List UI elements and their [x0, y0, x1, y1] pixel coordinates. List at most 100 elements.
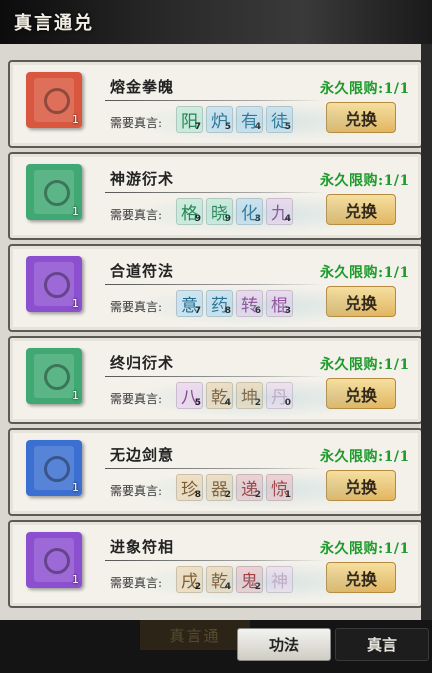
zhenyan-glyph-count: 4: [224, 582, 231, 592]
zhenyan-glyph-slot[interactable]: 阳 7: [176, 106, 203, 133]
item-name: 终归衍术: [110, 354, 175, 372]
book-emblem-icon: [44, 272, 70, 298]
divider: [105, 468, 325, 469]
zhenyan-glyph-count: 5: [194, 398, 201, 408]
zhenyan-glyph-slot[interactable]: 意 7: [176, 290, 203, 317]
zhenyan-glyph-slot[interactable]: 九 4: [266, 198, 293, 225]
exchange-item-card: 1 熔金拳魄 需要真言: 阳 7 炉 5 有 4 徒 5 永久限购:1/1 兑换: [8, 60, 423, 148]
tab-zhenyan[interactable]: 真言: [335, 628, 429, 661]
zhenyan-glyph-slot[interactable]: 八 5: [176, 382, 203, 409]
zhenyan-glyph-char: 有: [241, 112, 258, 132]
exchange-button[interactable]: 兑换: [326, 286, 396, 317]
exchange-button[interactable]: 兑换: [326, 378, 396, 409]
book-item-icon[interactable]: 1: [26, 72, 82, 128]
purchase-limit: 永久限购:1/1: [320, 173, 410, 189]
zhenyan-glyph-slot[interactable]: 珍 8: [176, 474, 203, 501]
item-name: 无边剑意: [110, 446, 175, 464]
purchase-limit: 永久限购:1/1: [320, 265, 410, 281]
need-zhenyan-label: 需要真言:: [110, 392, 163, 406]
zhenyan-glyph-char: 化: [241, 204, 258, 224]
zhenyan-glyph-count: 4: [254, 122, 261, 132]
zhenyan-glyph-slot[interactable]: 转 6: [236, 290, 263, 317]
zhenyan-glyph-char: 意: [181, 296, 198, 316]
zhenyan-glyph-slot[interactable]: 器 2: [206, 474, 233, 501]
zhenyan-glyph-slot[interactable]: 神: [266, 566, 293, 593]
exchange-button[interactable]: 兑换: [326, 562, 396, 593]
zhenyan-glyph-char: 阳: [181, 112, 198, 132]
zhenyan-glyph-slot[interactable]: 棍 3: [266, 290, 293, 317]
book-emblem-icon: [44, 456, 70, 482]
zhenyan-glyph-slot[interactable]: 炉 5: [206, 106, 233, 133]
zhenyan-glyph-count: 2: [254, 490, 261, 500]
zhenyan-glyph-char: 晓: [211, 204, 228, 224]
zhenyan-glyph-char: 递: [241, 480, 258, 500]
divider: [105, 560, 325, 561]
exchange-list-panel[interactable]: 1 熔金拳魄 需要真言: 阳 7 炉 5 有 4 徒 5 永久限购:1/1 兑换…: [0, 44, 432, 620]
zhenyan-glyph-slot[interactable]: 有 4: [236, 106, 263, 133]
zhenyan-glyph-count: 1: [284, 490, 291, 500]
zhenyan-glyph-char: 坤: [241, 388, 258, 408]
zhenyan-glyph-slot[interactable]: 药 8: [206, 290, 233, 317]
zhenyan-glyph-count: 3: [284, 306, 291, 316]
zhenyan-glyph-count: 4: [224, 398, 231, 408]
item-name: 进象符相: [110, 538, 175, 556]
zhenyan-glyph-char: 鬼: [241, 572, 258, 592]
zhenyan-glyph-char: 炉: [211, 112, 228, 132]
zhenyan-glyph-slot[interactable]: 坤 2: [236, 382, 263, 409]
divider: [105, 192, 325, 193]
required-glyphs: 阳 7 炉 5 有 4 徒 5: [176, 106, 293, 133]
zhenyan-glyph-count: 5: [284, 122, 291, 132]
list-scrollbar[interactable]: [421, 44, 432, 620]
zhenyan-glyph-slot[interactable]: 递 2: [236, 474, 263, 501]
item-count: 1: [72, 113, 79, 126]
zhenyan-glyph-slot[interactable]: 乾 4: [206, 382, 233, 409]
book-item-icon[interactable]: 1: [26, 532, 82, 588]
book-item-icon[interactable]: 1: [26, 256, 82, 312]
tab-gongfa[interactable]: 功法: [237, 628, 331, 661]
zhenyan-glyph-slot[interactable]: 惊 1: [266, 474, 293, 501]
exchange-item-card: 1 神游衍术 需要真言: 格 9 晓 9 化 3 九 4 永久限购:1/1 兑换: [8, 152, 423, 240]
exchange-button[interactable]: 兑换: [326, 102, 396, 133]
zhenyan-glyph-char: 丹: [271, 388, 288, 408]
book-emblem-icon: [44, 88, 70, 114]
zhenyan-glyph-count: 0: [284, 398, 291, 408]
zhenyan-glyph-count: 2: [254, 582, 261, 592]
zhenyan-glyph-char: 九: [271, 204, 288, 224]
exchange-button[interactable]: 兑换: [326, 194, 396, 225]
page-title: 真言通兑: [14, 13, 94, 34]
item-count: 1: [72, 481, 79, 494]
zhenyan-glyph-slot[interactable]: 乾 4: [206, 566, 233, 593]
book-item-icon[interactable]: 1: [26, 348, 82, 404]
zhenyan-glyph-char: 神: [271, 572, 288, 592]
zhenyan-glyph-char: 转: [241, 296, 258, 316]
zhenyan-glyph-count: 7: [194, 122, 201, 132]
book-item-icon[interactable]: 1: [26, 440, 82, 496]
item-name: 熔金拳魄: [110, 78, 175, 96]
item-count: 1: [72, 297, 79, 310]
zhenyan-glyph-slot[interactable]: 格 9: [176, 198, 203, 225]
zhenyan-glyph-slot[interactable]: 戌 2: [176, 566, 203, 593]
zhenyan-glyph-count: 2: [254, 398, 261, 408]
zhenyan-glyph-slot[interactable]: 徒 5: [266, 106, 293, 133]
zhenyan-glyph-slot[interactable]: 丹 0: [266, 382, 293, 409]
zhenyan-glyph-count: 8: [224, 306, 231, 316]
item-name: 神游衍术: [110, 170, 175, 188]
required-glyphs: 珍 8 器 2 递 2 惊 1: [176, 474, 293, 501]
zhenyan-glyph-char: 八: [181, 388, 198, 408]
zhenyan-glyph-count: 3: [254, 214, 261, 224]
zhenyan-glyph-slot[interactable]: 化 3: [236, 198, 263, 225]
item-name: 合道符法: [110, 262, 175, 280]
exchange-button[interactable]: 兑换: [326, 470, 396, 501]
required-glyphs: 戌 2 乾 4 鬼 2 神: [176, 566, 293, 593]
zhenyan-glyph-char: 珍: [181, 480, 198, 500]
zhenyan-glyph-slot[interactable]: 晓 9: [206, 198, 233, 225]
zhenyan-glyph-char: 格: [181, 204, 198, 224]
zhenyan-glyph-slot[interactable]: 鬼 2: [236, 566, 263, 593]
divider: [105, 376, 325, 377]
zhenyan-glyph-char: 戌: [181, 572, 198, 592]
zhenyan-glyph-count: 8: [194, 490, 201, 500]
book-item-icon[interactable]: 1: [26, 164, 82, 220]
item-count: 1: [72, 573, 79, 586]
purchase-limit: 永久限购:1/1: [320, 357, 410, 373]
zhenyan-glyph-char: 乾: [211, 388, 228, 408]
